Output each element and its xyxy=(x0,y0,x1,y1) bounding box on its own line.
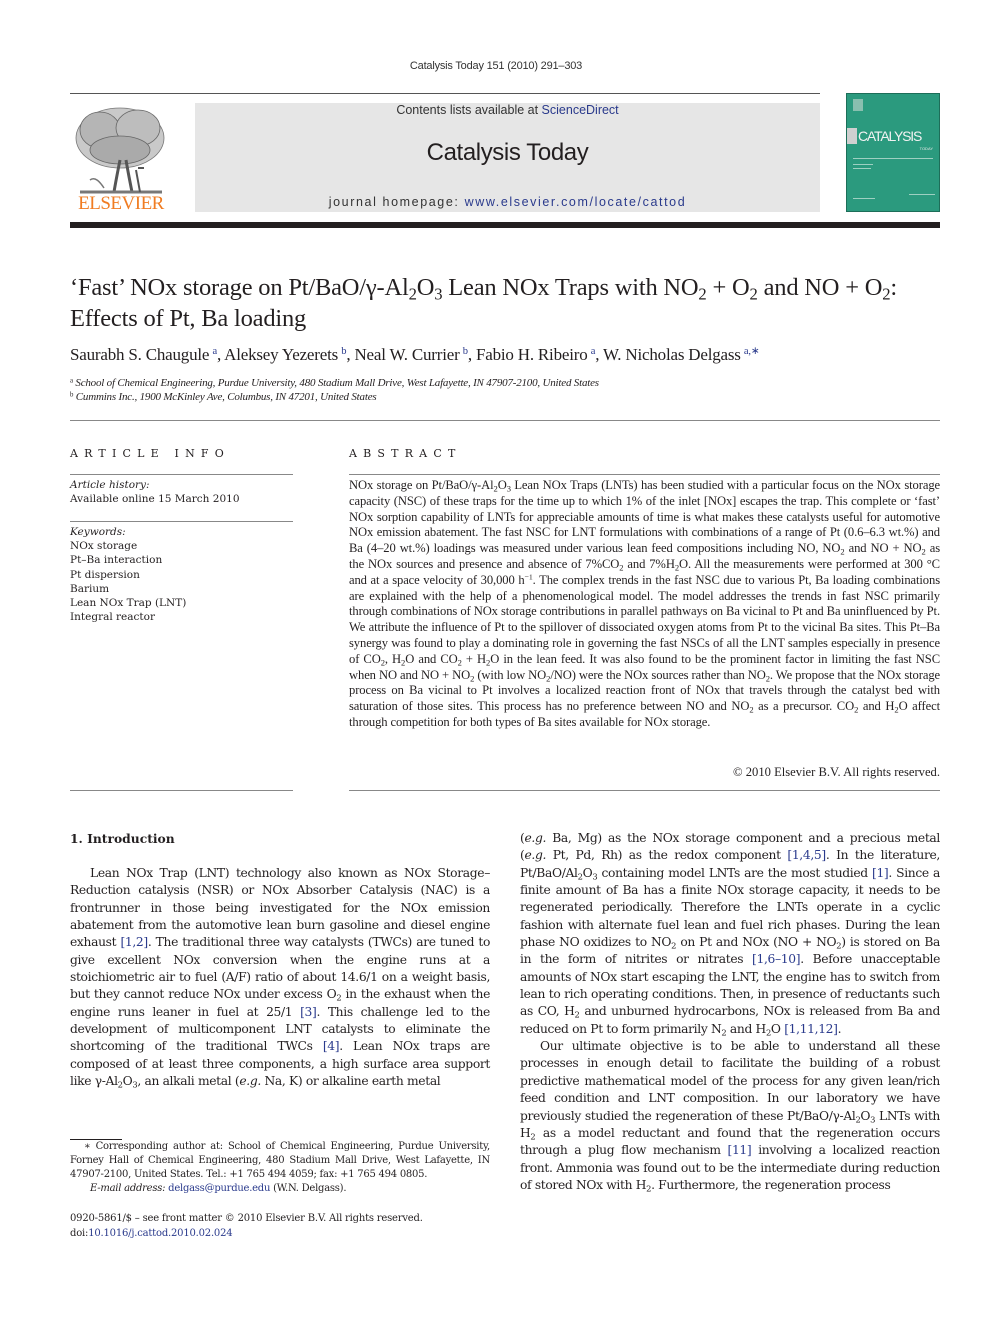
abstract-heading: ABSTRACT xyxy=(349,447,462,460)
email-link[interactable]: delgass@purdue.edu xyxy=(168,1183,270,1194)
keyword: Barium xyxy=(70,582,110,595)
journal-homepage-line: journal homepage: www.elsevier.com/locat… xyxy=(195,195,820,209)
author[interactable]: Neal W. Currier xyxy=(354,345,459,364)
citation-link[interactable]: [3] xyxy=(300,1005,317,1019)
body-column-left: Lean NOx Trap (LNT) technology also know… xyxy=(70,865,490,1090)
article-title-line-1: ‘Fast’ NOx storage on Pt/BaO/γ-Al2O3 Lea… xyxy=(70,274,897,304)
article-info-heading: ARTICLE INFO xyxy=(70,447,230,460)
affiliation-mark[interactable]: b xyxy=(341,346,346,357)
cover-title: CATALYSIS xyxy=(858,128,922,144)
article-info-rule xyxy=(70,790,293,791)
affiliation-b: b Cummins Inc., 1900 McKinley Ave, Colum… xyxy=(70,391,377,403)
copyright-notice: © 2010 Elsevier B.V. All rights reserved… xyxy=(733,765,940,779)
corresponding-author-footnote: ∗ Corresponding author at: School of Che… xyxy=(70,1141,490,1194)
keywords-label: Keywords: xyxy=(70,526,126,538)
article-title-line-2: Effects of Pt, Ba loading xyxy=(70,305,307,332)
citation-link[interactable]: [1,11,12] xyxy=(784,1022,838,1036)
doi-line: doi:10.1016/j.cattod.2010.02.024 xyxy=(70,1227,233,1239)
cover-text-line xyxy=(853,198,875,199)
article-info-rule xyxy=(70,521,293,522)
cover-subtitle: TODAY xyxy=(919,146,933,151)
paragraph: (e.g. Ba, Mg) as the NOx storage compone… xyxy=(520,831,940,1038)
cover-text-line xyxy=(853,168,871,169)
running-head: Catalysis Today 151 (2010) 291–303 xyxy=(409,60,583,72)
abstract-rule xyxy=(349,790,940,791)
keyword: Pt–Ba interaction xyxy=(70,554,163,567)
affiliation-mark[interactable]: a xyxy=(212,346,217,357)
article-info-rule xyxy=(70,474,293,475)
issn-line: 0920-5861/$ – see front matter © 2010 El… xyxy=(70,1213,423,1224)
affiliation-mark[interactable]: a,∗ xyxy=(744,346,760,357)
front-matter: 0920-5861/$ – see front matter © 2010 El… xyxy=(70,1212,490,1241)
homepage-prefix: journal homepage: xyxy=(328,195,465,209)
keywords-block: Keywords: NOx storage Pt–Ba interaction … xyxy=(70,525,293,624)
keyword: Pt dispersion xyxy=(70,568,140,581)
cover-text-line xyxy=(853,164,873,165)
cover-text-line xyxy=(909,194,935,195)
journal-cover-thumbnail[interactable]: CATALYSIS TODAY xyxy=(846,93,940,212)
body-column-right: (e.g. Ba, Mg) as the NOx storage compone… xyxy=(520,830,940,1194)
header-rule xyxy=(70,93,820,94)
abstract-text: NOx storage on Pt/BaO/γ-Al2O3 Lean NOx T… xyxy=(349,478,941,729)
author[interactable]: W. Nicholas Delgass xyxy=(603,345,741,364)
article-history: Article history: Available online 15 Mar… xyxy=(70,479,240,506)
contents-prefix: Contents lists available at xyxy=(396,103,542,117)
citation-link[interactable]: [1,2] xyxy=(120,935,148,949)
keyword: Lean NOx Trap (LNT) xyxy=(70,597,187,610)
header-thick-rule xyxy=(70,222,940,228)
elsevier-wordmark: ELSEVIER xyxy=(78,193,164,214)
citation-link[interactable]: [4] xyxy=(323,1039,340,1053)
doi-link[interactable]: 10.1016/j.cattod.2010.02.024 xyxy=(88,1228,232,1239)
citation-link[interactable]: [1,4,5] xyxy=(787,848,826,862)
affiliation-a: a School of Chemical Engineering, Purdue… xyxy=(70,377,599,389)
article-title: ‘Fast’ NOx storage on Pt/BaO/γ-Al2O3 Lea… xyxy=(70,272,950,334)
author[interactable]: Fabio H. Ribeiro xyxy=(476,345,588,364)
affiliation-mark[interactable]: b xyxy=(463,346,468,357)
journal-homepage-link[interactable]: www.elsevier.com/locate/cattod xyxy=(465,195,687,209)
author[interactable]: Aleksey Yezerets xyxy=(224,345,338,364)
paragraph: Our ultimate objective is to be able to … xyxy=(520,1039,940,1194)
abstract-rule xyxy=(349,474,940,475)
sciencedirect-link[interactable]: ScienceDirect xyxy=(542,103,619,117)
paragraph: Lean NOx Trap (LNT) technology also know… xyxy=(70,866,491,1090)
citation-link[interactable]: [1,6–10] xyxy=(752,952,801,966)
section-heading-introduction: 1. Introduction xyxy=(70,831,175,846)
author-list: Saurabh S. Chaugule a, Aleksey Yezerets … xyxy=(70,345,760,364)
keyword: NOx storage xyxy=(70,540,138,553)
citation-link[interactable]: [11] xyxy=(728,1143,752,1157)
affiliation-mark[interactable]: a xyxy=(591,346,596,357)
contents-line: Contents lists available at ScienceDirec… xyxy=(195,103,820,117)
keyword: Integral reactor xyxy=(70,611,155,624)
footnote-star: ∗ xyxy=(84,1141,91,1152)
author[interactable]: Saurabh S. Chaugule xyxy=(70,345,209,364)
citation-link[interactable]: [1] xyxy=(872,866,889,880)
journal-title: Catalysis Today xyxy=(426,139,589,166)
cover-emblem-icon xyxy=(853,99,863,111)
section-rule xyxy=(70,420,940,421)
cover-text-line xyxy=(853,158,933,159)
